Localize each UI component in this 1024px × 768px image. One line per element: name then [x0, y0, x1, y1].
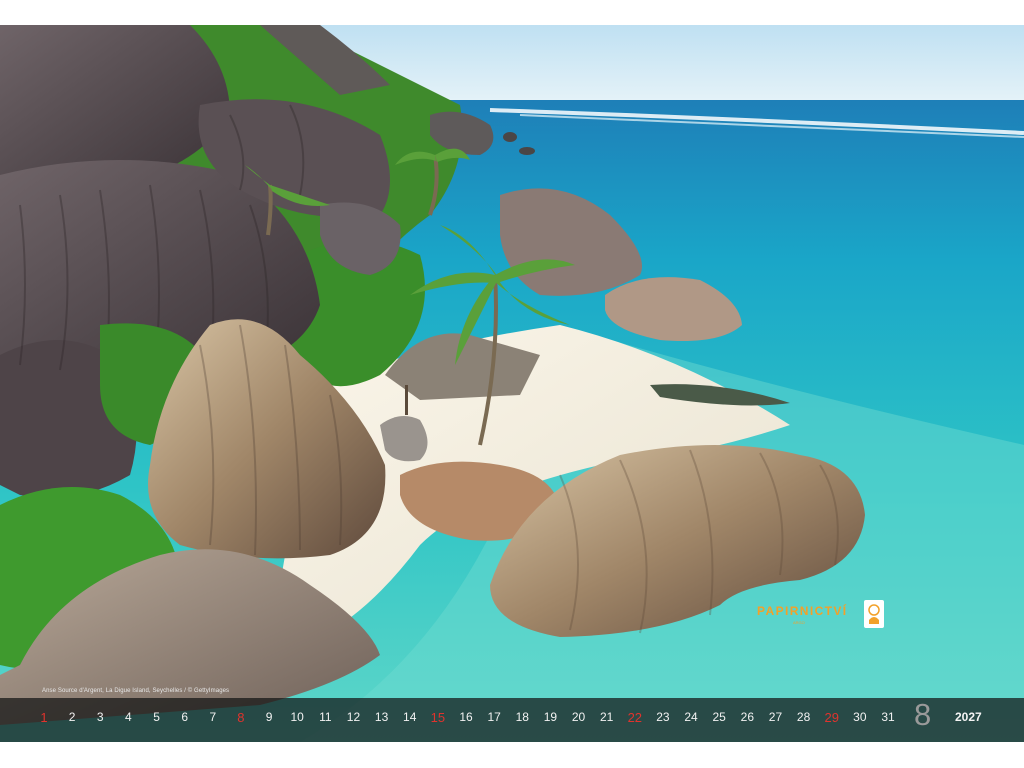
calendar-day: 2 [68, 710, 76, 724]
month-number: 8 [914, 697, 932, 732]
logo-badge-icon [864, 600, 884, 628]
calendar-day: 5 [153, 710, 160, 724]
watermark-subtitle: ARGO [793, 620, 805, 625]
calendar-day: 1 [40, 710, 48, 725]
calendar-day: 15 [430, 710, 446, 725]
calendar-day: 6 [181, 710, 188, 724]
calendar-day: 23 [656, 710, 670, 724]
calendar-day: 8 [237, 710, 245, 725]
calendar-day: 26 [740, 710, 755, 724]
calendar-day: 14 [403, 710, 417, 724]
year-label: 2027 [955, 710, 982, 724]
calendar-day: 25 [712, 710, 726, 724]
photo-caption: Anse Source d'Argent, La Digue Island, S… [42, 688, 230, 694]
calendar-day: 27 [768, 710, 783, 724]
calendar-day: 3 [96, 710, 104, 724]
calendar-day: 18 [515, 710, 529, 724]
calendar-day: 22 [627, 710, 643, 725]
calendar-day: 29 [824, 710, 839, 725]
calendar-day: 31 [881, 710, 895, 724]
calendar-day: 17 [487, 710, 501, 724]
watermark-logo: PAPIRNICTVÍ [757, 604, 848, 618]
calendar-day: 10 [290, 710, 304, 724]
calendar-day: 21 [599, 710, 614, 724]
calendar-day: 16 [459, 710, 473, 724]
calendar-day: 19 [543, 710, 558, 724]
calendar-day: 24 [684, 710, 698, 724]
calendar-day: 20 [571, 710, 586, 724]
calendar-day: 13 [374, 710, 389, 724]
calendar-day: 7 [209, 710, 217, 724]
beach-photo [0, 25, 1024, 742]
calendar-day: 28 [796, 710, 811, 724]
calendar-day: 4 [125, 710, 132, 724]
calendar-day: 30 [853, 710, 867, 724]
calendar-day: 9 [265, 710, 273, 724]
calendar-day: 12 [346, 710, 361, 724]
calendar-day: 11 [319, 710, 332, 724]
